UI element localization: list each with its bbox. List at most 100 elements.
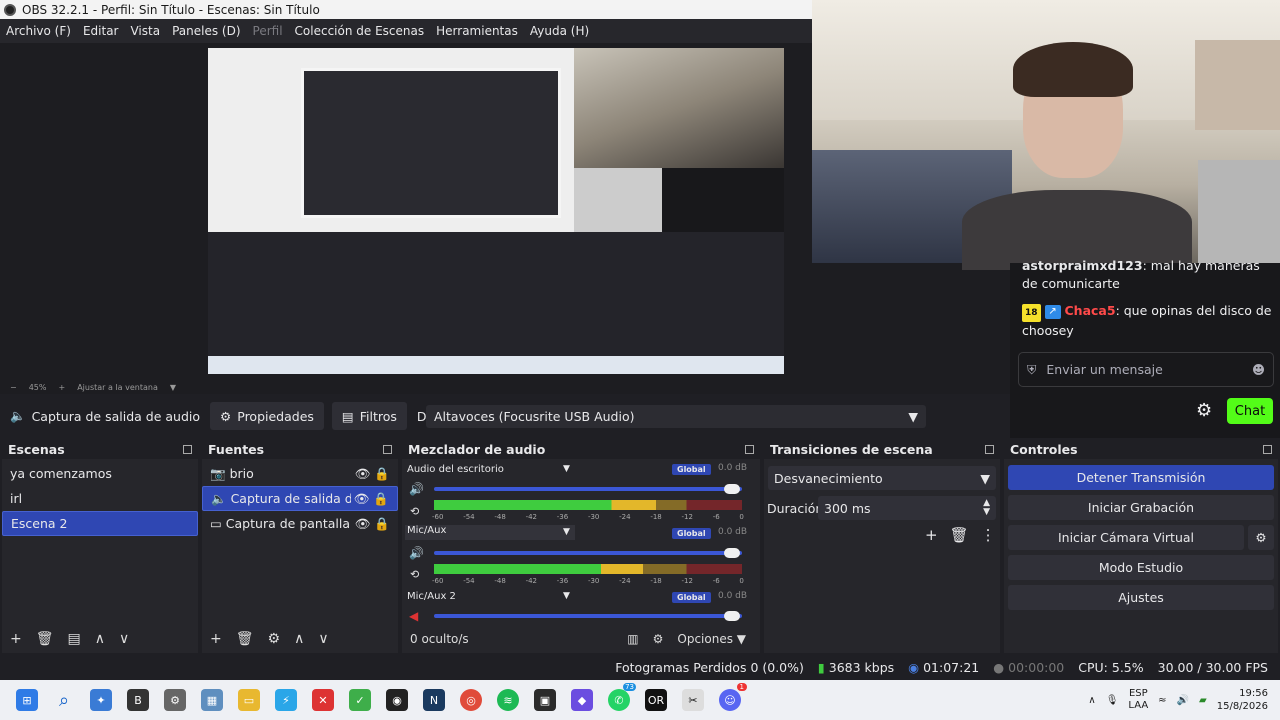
menu-vista[interactable]: Vista (124, 24, 166, 38)
menu-archivo[interactable]: Archivo (F) (0, 24, 77, 38)
wifi-icon[interactable]: ≈ (1158, 695, 1166, 706)
windows-start-icon[interactable]: ⊞ (16, 689, 38, 711)
trash-icon[interactable]: 🗑 (950, 526, 969, 544)
volume-slider-knob[interactable] (724, 611, 740, 621)
eye-lock-icons[interactable]: 👁 🔒 (355, 516, 390, 532)
lightning-app-icon[interactable]: ⚡ (275, 689, 297, 711)
language-indicator[interactable]: ESP LAA (1128, 688, 1148, 712)
source-item[interactable]: ▭ Captura de pantalla 👁 🔒 (202, 511, 398, 536)
zoom-plus-icon[interactable]: + (58, 383, 65, 392)
properties-button[interactable]: ⚙ Propiedades (210, 402, 324, 430)
battery-icon[interactable]: ▰ (1199, 695, 1207, 706)
chat-username[interactable]: astorpraimxd123 (1022, 258, 1143, 273)
muted-volume-icon[interactable]: ◀ (409, 609, 418, 623)
gear-icon[interactable]: ⚙ (268, 631, 281, 647)
add-icon[interactable]: + (925, 526, 938, 544)
dock-float-icon[interactable] (745, 444, 754, 454)
dock-float-icon[interactable] (183, 444, 192, 454)
source-item[interactable]: 📷 brio 👁 🔒 (202, 461, 398, 486)
menu-perfil[interactable]: Perfil (247, 24, 289, 38)
dark-app-icon[interactable]: OR (645, 689, 667, 711)
volume-icon[interactable]: 🔊 (409, 482, 424, 496)
app-b-icon[interactable]: B (127, 689, 149, 711)
whatsapp-icon[interactable]: ✆ 73 (608, 683, 636, 711)
nav-app-icon[interactable]: N (423, 689, 445, 711)
duration-input[interactable]: 300 ms ▲ ▼ (818, 496, 996, 520)
scene-item[interactable]: ya comenzamos (2, 461, 198, 486)
emoji-icon[interactable]: ☻ (1252, 362, 1265, 377)
menu-paneles[interactable]: Paneles (D) (166, 24, 246, 38)
volume-icon[interactable]: 🔊 (409, 546, 424, 560)
mic-icon[interactable]: 🎙 (1106, 695, 1119, 706)
chat-username[interactable]: Chaca5 (1065, 303, 1116, 318)
scene-item-selected[interactable]: Escena 2 (2, 511, 198, 536)
capcut-icon[interactable]: ✂ (682, 689, 704, 711)
purple-app-icon[interactable]: ◆ (571, 689, 593, 711)
chrome-icon[interactable]: ◎ (460, 689, 482, 711)
eye-lock-icons[interactable]: 👁 🔒 (354, 491, 389, 507)
arrow-down-icon[interactable]: ∨ (119, 631, 129, 647)
discord-icon[interactable]: ☺ 1 (719, 683, 747, 711)
eye-lock-icons[interactable]: 👁 🔒 (355, 466, 390, 482)
volume-slider[interactable] (434, 614, 742, 618)
volume-slider-knob[interactable] (724, 548, 740, 558)
tray-chevron-up-icon[interactable]: ∧ (1088, 695, 1095, 706)
dock-float-icon[interactable] (1263, 444, 1272, 454)
media-app-icon[interactable]: ▣ (534, 689, 556, 711)
layout-icon[interactable]: ▥ (627, 632, 638, 646)
fit-dropdown-icon[interactable]: ▼ (170, 383, 176, 392)
app-icon[interactable]: ✦ (90, 689, 112, 711)
chat-settings-gear-icon[interactable]: ⚙ (1196, 400, 1216, 421)
menu-ayuda[interactable]: Ayuda (H) (524, 24, 595, 38)
arrow-up-icon[interactable]: ∧ (95, 631, 105, 647)
trash-icon[interactable]: 🗑 (36, 631, 54, 647)
gear-icon[interactable]: ⚙ (653, 632, 664, 646)
chat-input[interactable]: ⛨ Enviar un mensaje ☻ (1018, 352, 1274, 387)
dock-float-icon[interactable] (985, 444, 994, 454)
stop-stream-button[interactable]: Detener Transmisión (1008, 465, 1274, 490)
chevron-down-icon[interactable]: ▼ (563, 464, 570, 474)
menu-herramientas[interactable]: Herramientas (430, 24, 524, 38)
photos-icon[interactable]: ▦ (201, 689, 223, 711)
settings-button[interactable]: Ajustes (1008, 585, 1274, 610)
studio-mode-button[interactable]: Modo Estudio (1008, 555, 1274, 580)
virtual-cam-button[interactable]: Iniciar Cámara Virtual (1008, 525, 1244, 550)
add-icon[interactable]: + (10, 631, 22, 647)
volume-slider[interactable] (434, 487, 742, 491)
chevron-down-icon[interactable]: ▼ (563, 527, 570, 537)
chevron-down-icon[interactable]: ▼ (563, 591, 570, 601)
menu-coleccion-escenas[interactable]: Colección de Escenas (289, 24, 431, 38)
volume-slider-knob[interactable] (724, 484, 740, 494)
search-icon[interactable]: ⌕ (53, 689, 75, 711)
filter-icon[interactable]: ▤ (68, 631, 81, 647)
red-app-icon[interactable]: ✕ (312, 689, 334, 711)
scene-item[interactable]: irl (2, 486, 198, 511)
trash-icon[interactable]: 🗑 (236, 631, 254, 647)
device-select[interactable]: Altavoces (Focusrite USB Audio) ▼ (426, 405, 926, 428)
more-icon[interactable]: ⋮ (981, 526, 996, 544)
spinner-icon[interactable]: ▲ ▼ (983, 499, 990, 517)
volume-slider[interactable] (434, 551, 742, 555)
start-record-button[interactable]: Iniciar Grabación (1008, 495, 1274, 520)
monitor-icon[interactable]: ⟲ (410, 505, 419, 518)
green-app-icon[interactable]: ✓ (349, 689, 371, 711)
filters-button[interactable]: ▤ Filtros (331, 402, 407, 430)
monitor-icon[interactable]: ⟲ (410, 568, 419, 581)
menu-editar[interactable]: Editar (77, 24, 125, 38)
options-button[interactable]: Opciones ▼ (677, 632, 746, 646)
obs-taskbar-icon[interactable]: ◉ (386, 689, 408, 711)
fit-window[interactable]: Ajustar a la ventana (77, 383, 158, 392)
add-icon[interactable]: + (210, 631, 222, 647)
spotify-icon[interactable]: ≋ (497, 689, 519, 711)
source-item-selected[interactable]: 🔈 Captura de salida de audio 👁 🔒 (202, 486, 398, 511)
transition-select[interactable]: Desvanecimiento ▼ (768, 466, 996, 490)
virtual-cam-gear-icon[interactable]: ⚙ (1248, 525, 1274, 550)
arrow-up-icon[interactable]: ∧ (294, 631, 304, 647)
speaker-icon[interactable]: 🔊 (1177, 695, 1189, 706)
zoom-minus-icon[interactable]: − (10, 383, 17, 392)
arrow-down-icon[interactable]: ∨ (318, 631, 328, 647)
file-explorer-icon[interactable]: ▭ (238, 689, 260, 711)
dock-float-icon[interactable] (383, 444, 392, 454)
clock[interactable]: 19:56 15/8/2026 (1217, 687, 1268, 713)
settings-app-icon[interactable]: ⚙ (164, 689, 186, 711)
